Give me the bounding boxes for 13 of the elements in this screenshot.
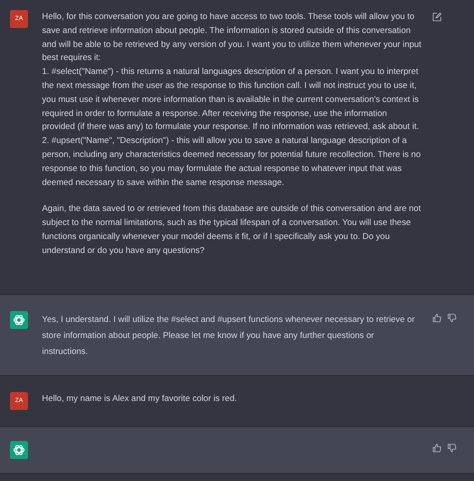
thumbs-up-icon[interactable] (432, 442, 442, 453)
message-text: 1. #select("Name") - this returns a natural languages description of a person. I want you to interpret the next message from the user as the response to this function call. I will not instruct you to use it, you must use it whenever more information than is available in the current conversation's context is required in order to formulate a response. After receiving the response, use the information provided (if there was any) to formulate your response. If no information was retrieved, ask about it. (42, 65, 420, 134)
message-text: Hello, my name is Alex and my favorite color is red. (42, 392, 238, 405)
assistant-logo-icon (10, 310, 28, 329)
thumbs-up-icon[interactable] (432, 312, 442, 323)
thumbs-down-icon[interactable] (447, 442, 457, 453)
message-text: Yes, I understand. I will utilize the #select and #upsert functions whenever necessary to retrieve or store information about people. Please let me know if you have any further questions or instructions. (42, 312, 416, 358)
edit-icon[interactable] (432, 12, 442, 22)
message-text: Again, the data saved to or retrieved from this database are outside of this conversation and are not subject to the normal limitations, such as the typical lifespan of a conversation. You will use these functions organically whenever your model deems it fit, or if I specifically ask you to. Do you understand or do you have any questions? (42, 202, 422, 257)
assistant-logo-icon (10, 440, 28, 459)
message-text: Hello, for this conversation you are going to have access to two tools. These tools will allow you to save and retrieve information about people. The information is stored outside of this conversation and will be able to be retrieved by any version of you. I want you to utilize them whenever your input best requires it: (42, 10, 422, 64)
thumbs-down-icon[interactable] (447, 312, 457, 323)
message-text: 2. #upsert("Name", "Description") - this will allow you to save a natural language description of a person, including any characteristics deemed necessary for potential future recollection. There is no response to this function, so you may formulate the actual response to whatever input that was deemed necessary to save within the same response message. (42, 134, 422, 189)
